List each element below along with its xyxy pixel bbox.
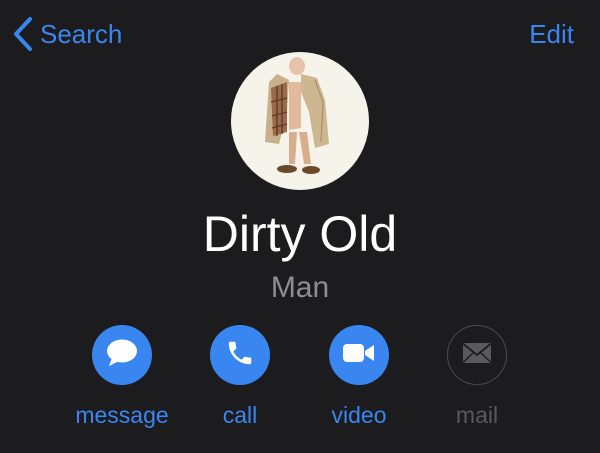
mail-button[interactable] xyxy=(447,325,507,385)
message-button[interactable] xyxy=(92,325,152,385)
video-action[interactable]: video xyxy=(299,325,419,429)
message-bubble-icon xyxy=(105,338,139,373)
contact-last-name: Man xyxy=(270,271,330,304)
video-label: video xyxy=(331,402,387,428)
mail-label: mail xyxy=(455,402,499,428)
edit-button[interactable]: Edit xyxy=(529,14,574,54)
call-button[interactable] xyxy=(210,325,270,385)
back-button[interactable]: Search xyxy=(12,14,122,54)
action-bar: message call video mail xyxy=(0,325,600,435)
message-action[interactable]: message xyxy=(62,325,182,429)
mail-action[interactable]: mail xyxy=(417,325,537,429)
call-action[interactable]: call xyxy=(180,325,300,429)
phone-icon xyxy=(225,338,255,373)
message-label: message xyxy=(75,402,169,428)
contact-avatar xyxy=(231,52,369,190)
call-label: call xyxy=(222,402,258,428)
video-camera-icon xyxy=(342,341,376,370)
contact-first-name: Dirty Old xyxy=(202,206,398,262)
envelope-icon xyxy=(462,342,492,369)
back-button-label: Search xyxy=(40,18,123,49)
video-button[interactable] xyxy=(329,325,389,385)
chevron-left-icon xyxy=(12,16,34,52)
